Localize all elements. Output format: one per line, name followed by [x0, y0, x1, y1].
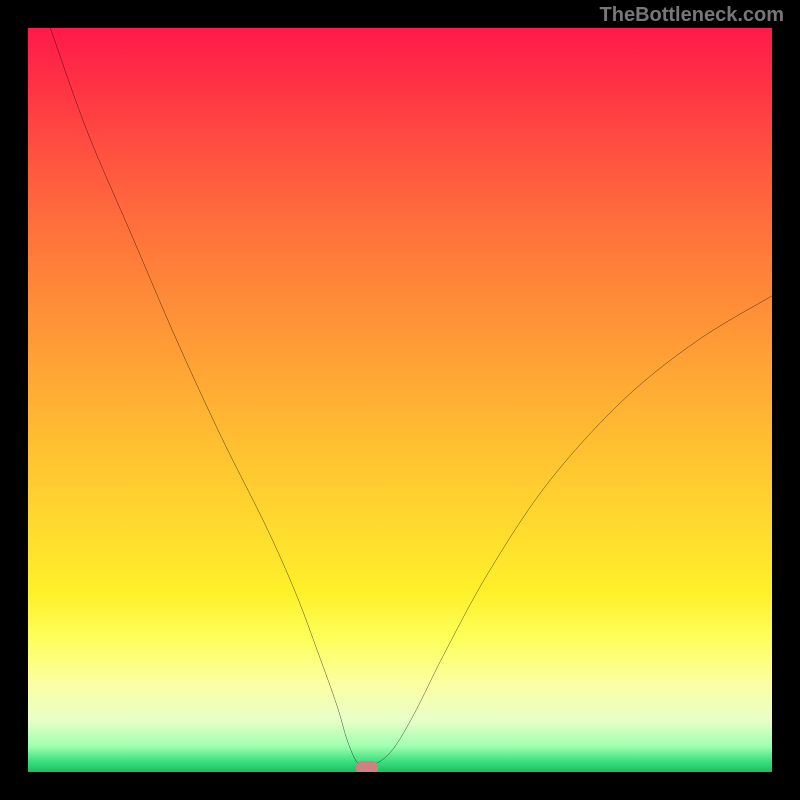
chart-plot-area	[28, 28, 772, 772]
watermark-text: TheBottleneck.com	[600, 4, 784, 27]
bottleneck-curve-path	[50, 28, 772, 767]
optimum-marker	[356, 761, 378, 772]
curve-svg	[28, 28, 772, 772]
